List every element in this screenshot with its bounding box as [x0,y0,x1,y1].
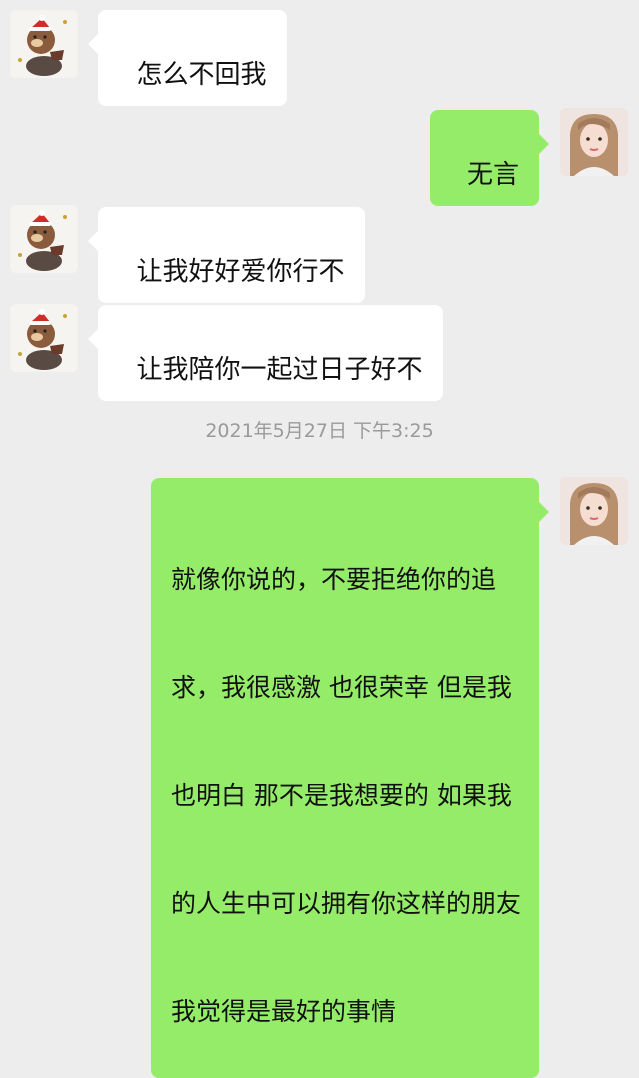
message-bubble[interactable]: 无言 [430,110,549,206]
girl-portrait-icon [560,108,628,176]
bear-avatar-icon [10,10,78,78]
contact-avatar[interactable] [10,205,78,273]
message-bubble[interactable]: 怎么不回我 [88,10,287,106]
message-text: 怎么不回我 [136,60,267,90]
message-line: 就像你说的，不要拒绝你的追 [170,565,496,594]
message-bubble[interactable]: 就像你说的，不要拒绝你的追 求，我很感激 也很荣幸 但是我 也明白 那不是我想要… [150,478,550,1078]
message-bubble[interactable]: 让我好好爱你行不 [88,207,365,303]
contact-avatar[interactable] [10,304,78,372]
message-line: 求，我很感激 也很荣幸 但是我 [170,673,512,702]
message-text: 无言 [466,160,519,190]
girl-portrait-icon [560,477,628,545]
message-line: 我觉得是最好的事情 [170,997,396,1026]
message-timestamp: 2021年5月27日 下午3:25 [205,420,434,442]
bear-avatar-icon [10,205,78,273]
bear-avatar-icon [10,304,78,372]
contact-avatar[interactable] [10,10,78,78]
my-avatar[interactable] [560,108,628,176]
message-line: 也明白 那不是我想要的 如果我 [170,781,512,810]
message-text: 让我陪你一起过日子好不 [136,355,423,385]
message-line: 的人生中可以拥有你这样的朋友 [170,889,521,918]
message-bubble[interactable]: 让我陪你一起过日子好不 [88,305,443,401]
message-text: 让我好好爱你行不 [136,257,345,287]
my-avatar[interactable] [560,477,628,545]
